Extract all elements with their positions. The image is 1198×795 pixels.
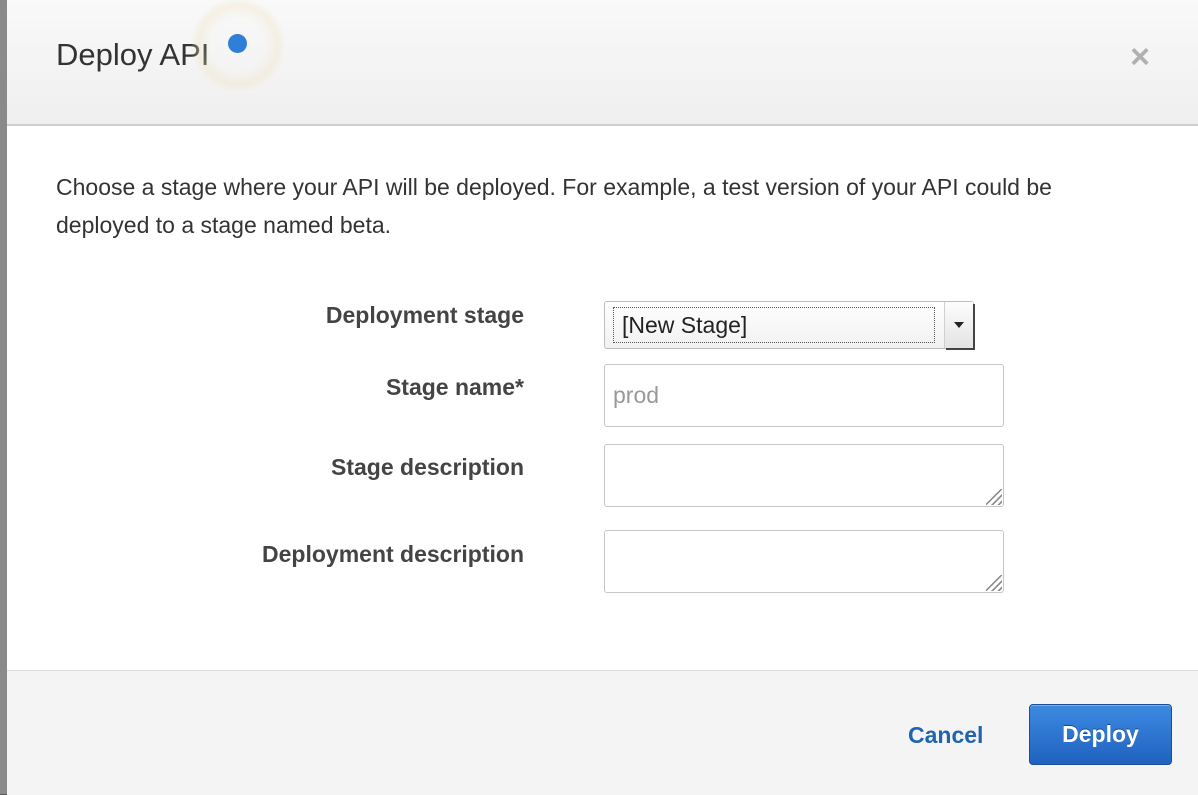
deployment-stage-select[interactable]: [New Stage] — [604, 301, 974, 349]
stage-name-label: Stage name* — [385, 374, 524, 400]
deploy-button[interactable]: Deploy — [1029, 704, 1172, 765]
dialog-title: Deploy API — [56, 37, 210, 72]
resize-grip-icon[interactable] — [986, 489, 1002, 505]
page-backdrop — [0, 0, 7, 794]
dialog-body: Choose a stage where your API will be de… — [7, 126, 1198, 670]
deployment-stage-label: Deployment stage — [325, 302, 524, 328]
intro-text: Choose a stage where your API will be de… — [56, 174, 1052, 238]
close-icon[interactable]: × — [1124, 40, 1156, 76]
deployment-description-label: Deployment description — [262, 541, 524, 567]
stage-description-label: Stage description — [331, 454, 524, 480]
stage-name-input[interactable] — [604, 364, 1004, 427]
dialog-header: Deploy API × — [7, 0, 1198, 126]
cancel-button[interactable]: Cancel — [908, 722, 983, 749]
chevron-down-icon[interactable] — [944, 302, 973, 348]
deploy-api-dialog: Deploy API × Choose a stage where your A… — [7, 0, 1198, 795]
status-dot-icon — [228, 34, 247, 53]
resize-grip-icon[interactable] — [986, 575, 1002, 591]
deployment-stage-selected-value: [New Stage] — [613, 307, 935, 343]
deployment-description-textarea[interactable] — [604, 530, 1004, 593]
stage-description-textarea[interactable] — [604, 444, 1004, 507]
dialog-footer: Cancel Deploy — [7, 670, 1198, 795]
